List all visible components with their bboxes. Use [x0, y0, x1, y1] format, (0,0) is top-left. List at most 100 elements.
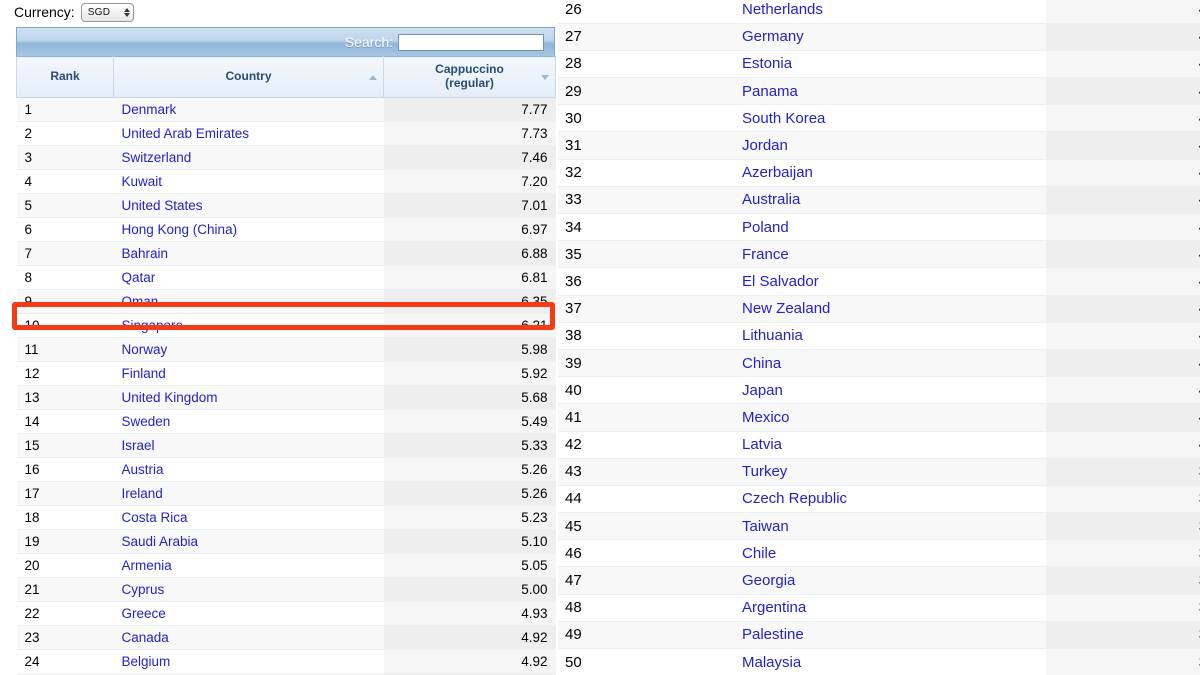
column-header-country[interactable]: Country — [113, 56, 384, 98]
country-link[interactable]: Ireland — [122, 486, 163, 501]
country-link[interactable]: Bahrain — [122, 246, 169, 261]
country-link[interactable]: Taiwan — [742, 518, 789, 535]
table-row[interactable]: 42 Latvia 4.06 — [558, 431, 1200, 459]
table-row[interactable]: 24 Belgium 4.92 — [16, 649, 556, 674]
country-link[interactable]: Switzerland — [122, 150, 192, 165]
table-row[interactable]: 34 Poland 4.52 — [558, 213, 1200, 242]
country-link[interactable]: Armenia — [122, 558, 172, 573]
country-link[interactable]: Palestine — [742, 626, 804, 643]
table-row[interactable]: 38 Lithuania 4.37 — [558, 322, 1200, 350]
country-link[interactable]: Georgia — [742, 572, 795, 589]
column-header-rank[interactable]: Rank — [16, 56, 114, 98]
country-link[interactable]: Panama — [742, 83, 798, 100]
column-header-price[interactable]: Cappuccino (regular) — [383, 56, 556, 98]
country-link[interactable]: United States — [122, 198, 203, 213]
table-row[interactable]: 47 Georgia 3.74 — [558, 566, 1200, 595]
country-link[interactable]: Israel — [122, 438, 155, 453]
country-link[interactable]: Malaysia — [742, 654, 801, 671]
table-row[interactable]: 20 Armenia 5.05 — [16, 553, 556, 578]
table-row[interactable]: 28 Estonia 4.87 — [558, 50, 1200, 79]
table-row[interactable]: 10 Singapore 6.21 — [16, 313, 556, 338]
table-row[interactable]: 43 Turkey 3.99 — [558, 458, 1200, 486]
table-row[interactable]: 41 Mexico 4.08 — [558, 403, 1200, 432]
table-row[interactable]: 8 Qatar 6.81 — [16, 265, 556, 290]
table-row[interactable]: 40 Japan 4.08 — [558, 376, 1200, 405]
country-link[interactable]: Poland — [742, 219, 789, 236]
country-link[interactable]: China — [742, 355, 781, 372]
country-link[interactable]: El Salvador — [742, 273, 819, 290]
country-link[interactable]: Latvia — [742, 436, 782, 453]
country-link[interactable]: Austria — [122, 462, 164, 477]
table-row[interactable]: 23 Canada 4.92 — [16, 625, 556, 650]
country-link[interactable]: Mexico — [742, 409, 790, 426]
country-link[interactable]: Oman — [122, 294, 159, 309]
table-row[interactable]: 35 France 4.48 — [558, 240, 1200, 269]
table-row[interactable]: 12 Finland 5.92 — [16, 361, 556, 386]
country-link[interactable]: South Korea — [742, 110, 825, 127]
table-row[interactable]: 48 Argentina 3.73 — [558, 594, 1200, 622]
country-link[interactable]: Netherlands — [742, 1, 823, 18]
table-row[interactable]: 16 Austria 5.26 — [16, 457, 556, 482]
table-row[interactable]: 7 Bahrain 6.88 — [16, 241, 556, 266]
country-link[interactable]: Denmark — [122, 102, 177, 117]
table-row[interactable]: 30 South Korea 4.72 — [558, 104, 1200, 133]
country-link[interactable]: Estonia — [742, 55, 792, 72]
table-row[interactable]: 32 Azerbaijan 4.59 — [558, 159, 1200, 187]
country-link[interactable]: United Kingdom — [122, 390, 218, 405]
table-row[interactable]: 18 Costa Rica 5.23 — [16, 505, 556, 530]
table-row[interactable]: 13 United Kingdom 5.68 — [16, 385, 556, 410]
table-row[interactable]: 11 Norway 5.98 — [16, 337, 556, 362]
country-link[interactable]: Qatar — [122, 270, 156, 285]
country-link[interactable]: Costa Rica — [122, 510, 188, 525]
table-row[interactable]: 22 Greece 4.93 — [16, 601, 556, 626]
table-row[interactable]: 31 Jordan 4.60 — [558, 131, 1200, 160]
table-row[interactable]: 36 El Salvador 4.43 — [558, 267, 1200, 296]
table-row[interactable]: 4 Kuwait 7.20 — [16, 169, 556, 194]
table-row[interactable]: 49 Palestine 3.66 — [558, 621, 1200, 650]
country-link[interactable]: Sweden — [122, 414, 171, 429]
country-link[interactable]: Belgium — [122, 654, 171, 669]
table-row[interactable]: 33 Australia 4.58 — [558, 186, 1200, 215]
country-link[interactable]: Kuwait — [122, 174, 163, 189]
table-row[interactable]: 37 New Zealand 4.38 — [558, 295, 1200, 323]
country-link[interactable]: Japan — [742, 382, 783, 399]
country-link[interactable]: Jordan — [742, 137, 788, 154]
country-link[interactable]: United Arab Emirates — [122, 126, 250, 141]
table-row[interactable]: 46 Chile 3.74 — [558, 539, 1200, 568]
table-row[interactable]: 39 China 4.23 — [558, 349, 1200, 378]
country-link[interactable]: Singapore — [122, 318, 184, 333]
table-row[interactable]: 29 Panama 4.75 — [558, 77, 1200, 106]
country-link[interactable]: Turkey — [742, 463, 787, 480]
table-row[interactable]: 27 Germany 4.87 — [558, 23, 1200, 51]
search-input[interactable] — [398, 33, 544, 51]
table-row[interactable]: 14 Sweden 5.49 — [16, 409, 556, 434]
country-link[interactable]: France — [742, 246, 789, 263]
country-link[interactable]: Canada — [122, 630, 169, 645]
country-link[interactable]: Finland — [122, 366, 166, 381]
country-link[interactable]: Greece — [122, 606, 166, 621]
country-link[interactable]: Argentina — [742, 599, 806, 616]
country-link[interactable]: Hong Kong (China) — [122, 222, 238, 237]
country-link[interactable]: Australia — [742, 191, 800, 208]
country-link[interactable]: Azerbaijan — [742, 164, 813, 181]
table-row[interactable]: 45 Taiwan 3.75 — [558, 512, 1200, 541]
table-row[interactable]: 5 United States 7.01 — [16, 193, 556, 218]
table-row[interactable]: 6 Hong Kong (China) 6.97 — [16, 217, 556, 242]
table-row[interactable]: 50 Malaysia 3.63 — [558, 648, 1200, 675]
table-row[interactable]: 21 Cyprus 5.00 — [16, 577, 556, 602]
table-row[interactable]: 26 Netherlands 4.92 — [558, 0, 1200, 24]
table-row[interactable]: 2 United Arab Emirates 7.73 — [16, 121, 556, 146]
table-row[interactable]: 19 Saudi Arabia 5.10 — [16, 529, 556, 554]
currency-select[interactable]: SGD — [80, 2, 134, 22]
country-link[interactable]: New Zealand — [742, 300, 830, 317]
table-row[interactable]: 9 Oman 6.35 — [16, 289, 556, 314]
table-row[interactable]: 15 Israel 5.33 — [16, 433, 556, 458]
country-link[interactable]: Chile — [742, 545, 776, 562]
country-link[interactable]: Germany — [742, 28, 804, 45]
country-link[interactable]: Norway — [122, 342, 168, 357]
table-row[interactable]: 17 Ireland 5.26 — [16, 481, 556, 506]
table-row[interactable]: 3 Switzerland 7.46 — [16, 145, 556, 170]
country-link[interactable]: Cyprus — [122, 582, 165, 597]
country-link[interactable]: Saudi Arabia — [122, 534, 199, 549]
table-row[interactable]: 1 Denmark 7.77 — [16, 97, 556, 122]
